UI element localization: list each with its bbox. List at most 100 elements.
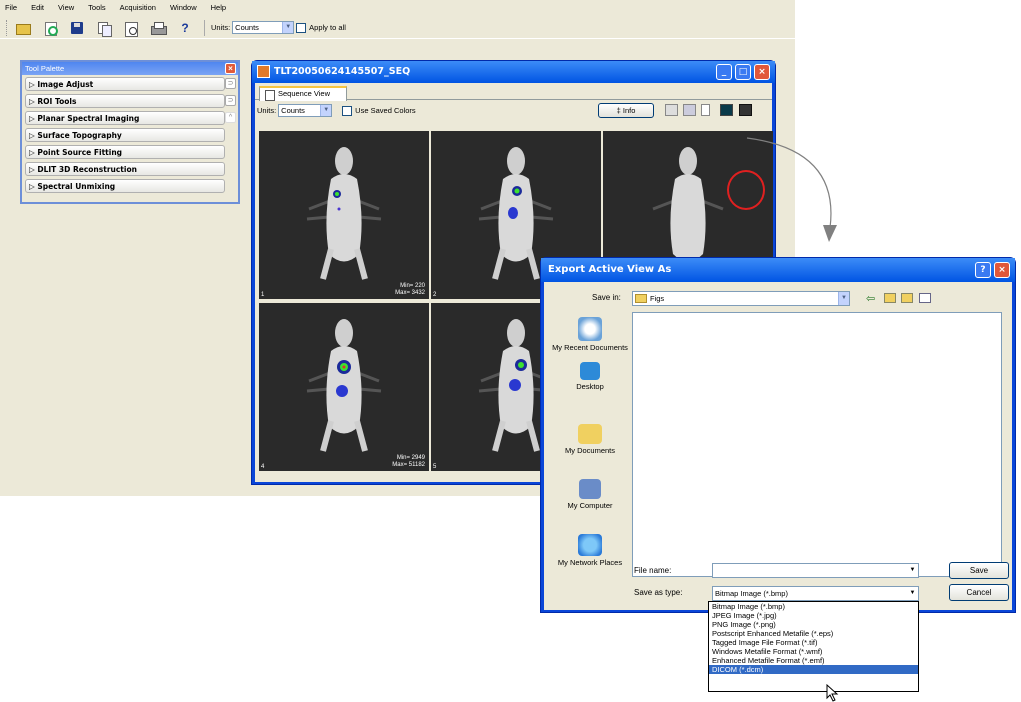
save-in-value: Figs bbox=[650, 294, 665, 303]
file-type-option-selected[interactable]: DICOM (*.dcm) bbox=[709, 665, 918, 674]
palette-item-roi-tools[interactable]: ▷ ROI Tools bbox=[25, 94, 225, 108]
export-title-text: Export Active View As bbox=[548, 264, 672, 275]
chevron-down-icon[interactable]: ▼ bbox=[838, 292, 849, 305]
print-icon[interactable] bbox=[150, 20, 167, 36]
info-button[interactable]: ‡ Info bbox=[598, 103, 654, 118]
menu-window[interactable]: Window bbox=[170, 3, 197, 12]
image-cell[interactable]: 4 Min= 2949 Max= 51182 bbox=[259, 303, 429, 471]
maximize-icon[interactable]: □ bbox=[735, 64, 751, 80]
pin-icon[interactable]: ⊃ bbox=[225, 95, 236, 106]
browse-icon[interactable] bbox=[42, 20, 58, 36]
pin-icon[interactable]: ⊃ bbox=[225, 78, 236, 89]
chevron-down-icon[interactable]: ▼ bbox=[320, 105, 332, 116]
min-max-label: Min= 2949 Max= 51182 bbox=[392, 455, 425, 469]
save-type-value: Bitmap Image (*.bmp) bbox=[715, 589, 788, 598]
palette-item-dlit[interactable]: ▷ DLIT 3D Reconstruction bbox=[25, 162, 225, 176]
tool-palette-title[interactable]: Tool Palette × bbox=[22, 62, 238, 75]
file-type-option[interactable]: Enhanced Metafile Format (*.emf) bbox=[709, 656, 918, 665]
chevron-down-icon[interactable]: ▼ bbox=[282, 22, 294, 33]
cell-number: 4 bbox=[261, 464, 265, 470]
save-button[interactable]: Save bbox=[949, 562, 1009, 579]
save-type-select[interactable]: Bitmap Image (*.bmp) ▼ bbox=[712, 586, 919, 601]
file-type-option[interactable]: Tagged Image File Format (*.tif) bbox=[709, 638, 918, 647]
close-icon[interactable]: × bbox=[225, 63, 236, 74]
copy-icon[interactable] bbox=[96, 20, 112, 37]
minimize-icon[interactable]: _ bbox=[716, 64, 732, 80]
palette-item-label: Planar Spectral Imaging bbox=[37, 114, 140, 123]
view-menu-icon[interactable] bbox=[919, 293, 931, 303]
place-recent-documents[interactable]: My Recent Documents bbox=[551, 317, 629, 352]
file-type-option[interactable]: Windows Metafile Format (*.wmf) bbox=[709, 647, 918, 656]
help-icon[interactable]: ? bbox=[975, 262, 991, 278]
mouse-cursor-icon bbox=[826, 684, 839, 702]
save-type-label: Save as type: bbox=[634, 588, 683, 597]
sequence-tabs: Sequence View bbox=[255, 83, 772, 101]
palette-item-point-source[interactable]: ▷ Point Source Fitting bbox=[25, 145, 225, 159]
context-help-icon[interactable]: ? bbox=[177, 20, 193, 36]
export-image-icon[interactable] bbox=[720, 104, 733, 116]
menu-help[interactable]: Help bbox=[211, 3, 226, 12]
file-name-input[interactable]: ▼ bbox=[712, 563, 919, 578]
cell-number: 5 bbox=[433, 464, 437, 470]
menu-tools[interactable]: Tools bbox=[88, 3, 106, 12]
palette-item-image-adjust[interactable]: ▷ Image Adjust bbox=[25, 77, 225, 91]
close-icon[interactable]: × bbox=[754, 64, 770, 80]
min-max-label: Min= 220 Max= 3432 bbox=[395, 283, 425, 297]
place-my-documents[interactable]: My Documents bbox=[551, 424, 629, 455]
menu-bar: File Edit View Tools Acquisition Window … bbox=[0, 0, 795, 14]
notes-icon[interactable] bbox=[701, 104, 710, 116]
save-in-label: Save in: bbox=[592, 293, 621, 302]
place-desktop[interactable]: Desktop bbox=[551, 362, 629, 391]
menu-view[interactable]: View bbox=[58, 3, 74, 12]
apply-to-all-checkbox[interactable] bbox=[296, 22, 307, 33]
menu-acquisition[interactable]: Acquisition bbox=[120, 3, 156, 12]
file-type-option[interactable]: Postscript Enhanced Metafile (*.eps) bbox=[709, 629, 918, 638]
new-folder-icon[interactable] bbox=[901, 293, 913, 303]
up-folder-icon[interactable] bbox=[884, 293, 896, 303]
menu-file[interactable]: File bbox=[5, 3, 17, 12]
export-dialog-body: Save in: Figs ▼ ⇦ My Recent Documents De… bbox=[544, 282, 1012, 610]
palette-item-surface-topography[interactable]: ▷ Surface Topography bbox=[25, 128, 225, 142]
chevron-down-icon[interactable]: ▼ bbox=[907, 564, 918, 577]
mouse-image bbox=[306, 319, 382, 452]
paste-view-icon[interactable] bbox=[683, 104, 696, 116]
min-value: Min= 2949 bbox=[396, 455, 425, 461]
scroll-up-icon[interactable]: ^ bbox=[225, 112, 236, 123]
file-type-option[interactable]: JPEG Image (*.jpg) bbox=[709, 611, 918, 620]
image-cell[interactable]: 1 Min= 220 Max= 3432 bbox=[259, 131, 429, 299]
use-saved-colors-checkbox[interactable] bbox=[342, 105, 353, 116]
seq-units-select[interactable]: Counts ▼ bbox=[278, 104, 333, 117]
place-label: My Recent Documents bbox=[552, 343, 628, 352]
palette-item-spectral-unmixing[interactable]: ▷ Spectral Unmixing bbox=[25, 179, 225, 193]
use-saved-colors-label: Use Saved Colors bbox=[355, 106, 416, 115]
print-preview-icon[interactable] bbox=[123, 20, 139, 37]
toolbar-grip[interactable] bbox=[6, 19, 9, 36]
export-dialog-title[interactable]: Export Active View As ? × bbox=[541, 258, 1015, 282]
palette-item-label: ROI Tools bbox=[37, 97, 77, 106]
close-icon[interactable]: × bbox=[994, 262, 1010, 278]
file-type-option[interactable]: PNG Image (*.png) bbox=[709, 620, 918, 629]
max-value: Max= 51182 bbox=[392, 462, 425, 468]
camera-icon[interactable] bbox=[739, 104, 752, 116]
chevron-down-icon[interactable]: ▼ bbox=[907, 587, 918, 600]
sequence-toolbar: Units: Counts ▼ Use Saved Colors ‡ Info bbox=[255, 100, 772, 121]
copy-view-icon[interactable] bbox=[665, 104, 678, 116]
tab-sequence-view[interactable]: Sequence View bbox=[259, 86, 347, 101]
units-value: Counts bbox=[235, 23, 259, 32]
cell-number: 1 bbox=[261, 292, 265, 298]
place-my-computer[interactable]: My Computer bbox=[551, 479, 629, 510]
cancel-button[interactable]: Cancel bbox=[949, 584, 1009, 601]
back-icon[interactable]: ⇦ bbox=[866, 292, 875, 305]
place-network-places[interactable]: My Network Places bbox=[551, 534, 629, 567]
sequence-window-title[interactable]: TLT20050624145507_SEQ _ □ × bbox=[252, 61, 775, 83]
units-select[interactable]: Counts ▼ bbox=[232, 21, 295, 34]
file-type-option[interactable]: Bitmap Image (*.bmp) bbox=[709, 602, 918, 611]
folder-icon bbox=[635, 294, 647, 303]
place-label: My Documents bbox=[564, 446, 615, 455]
open-folder-icon[interactable] bbox=[15, 20, 31, 36]
file-list[interactable] bbox=[632, 312, 1002, 577]
menu-edit[interactable]: Edit bbox=[31, 3, 44, 12]
save-in-select[interactable]: Figs ▼ bbox=[632, 291, 850, 306]
save-icon[interactable] bbox=[69, 20, 85, 36]
palette-item-planar-spectral[interactable]: ▷ Planar Spectral Imaging bbox=[25, 111, 225, 125]
